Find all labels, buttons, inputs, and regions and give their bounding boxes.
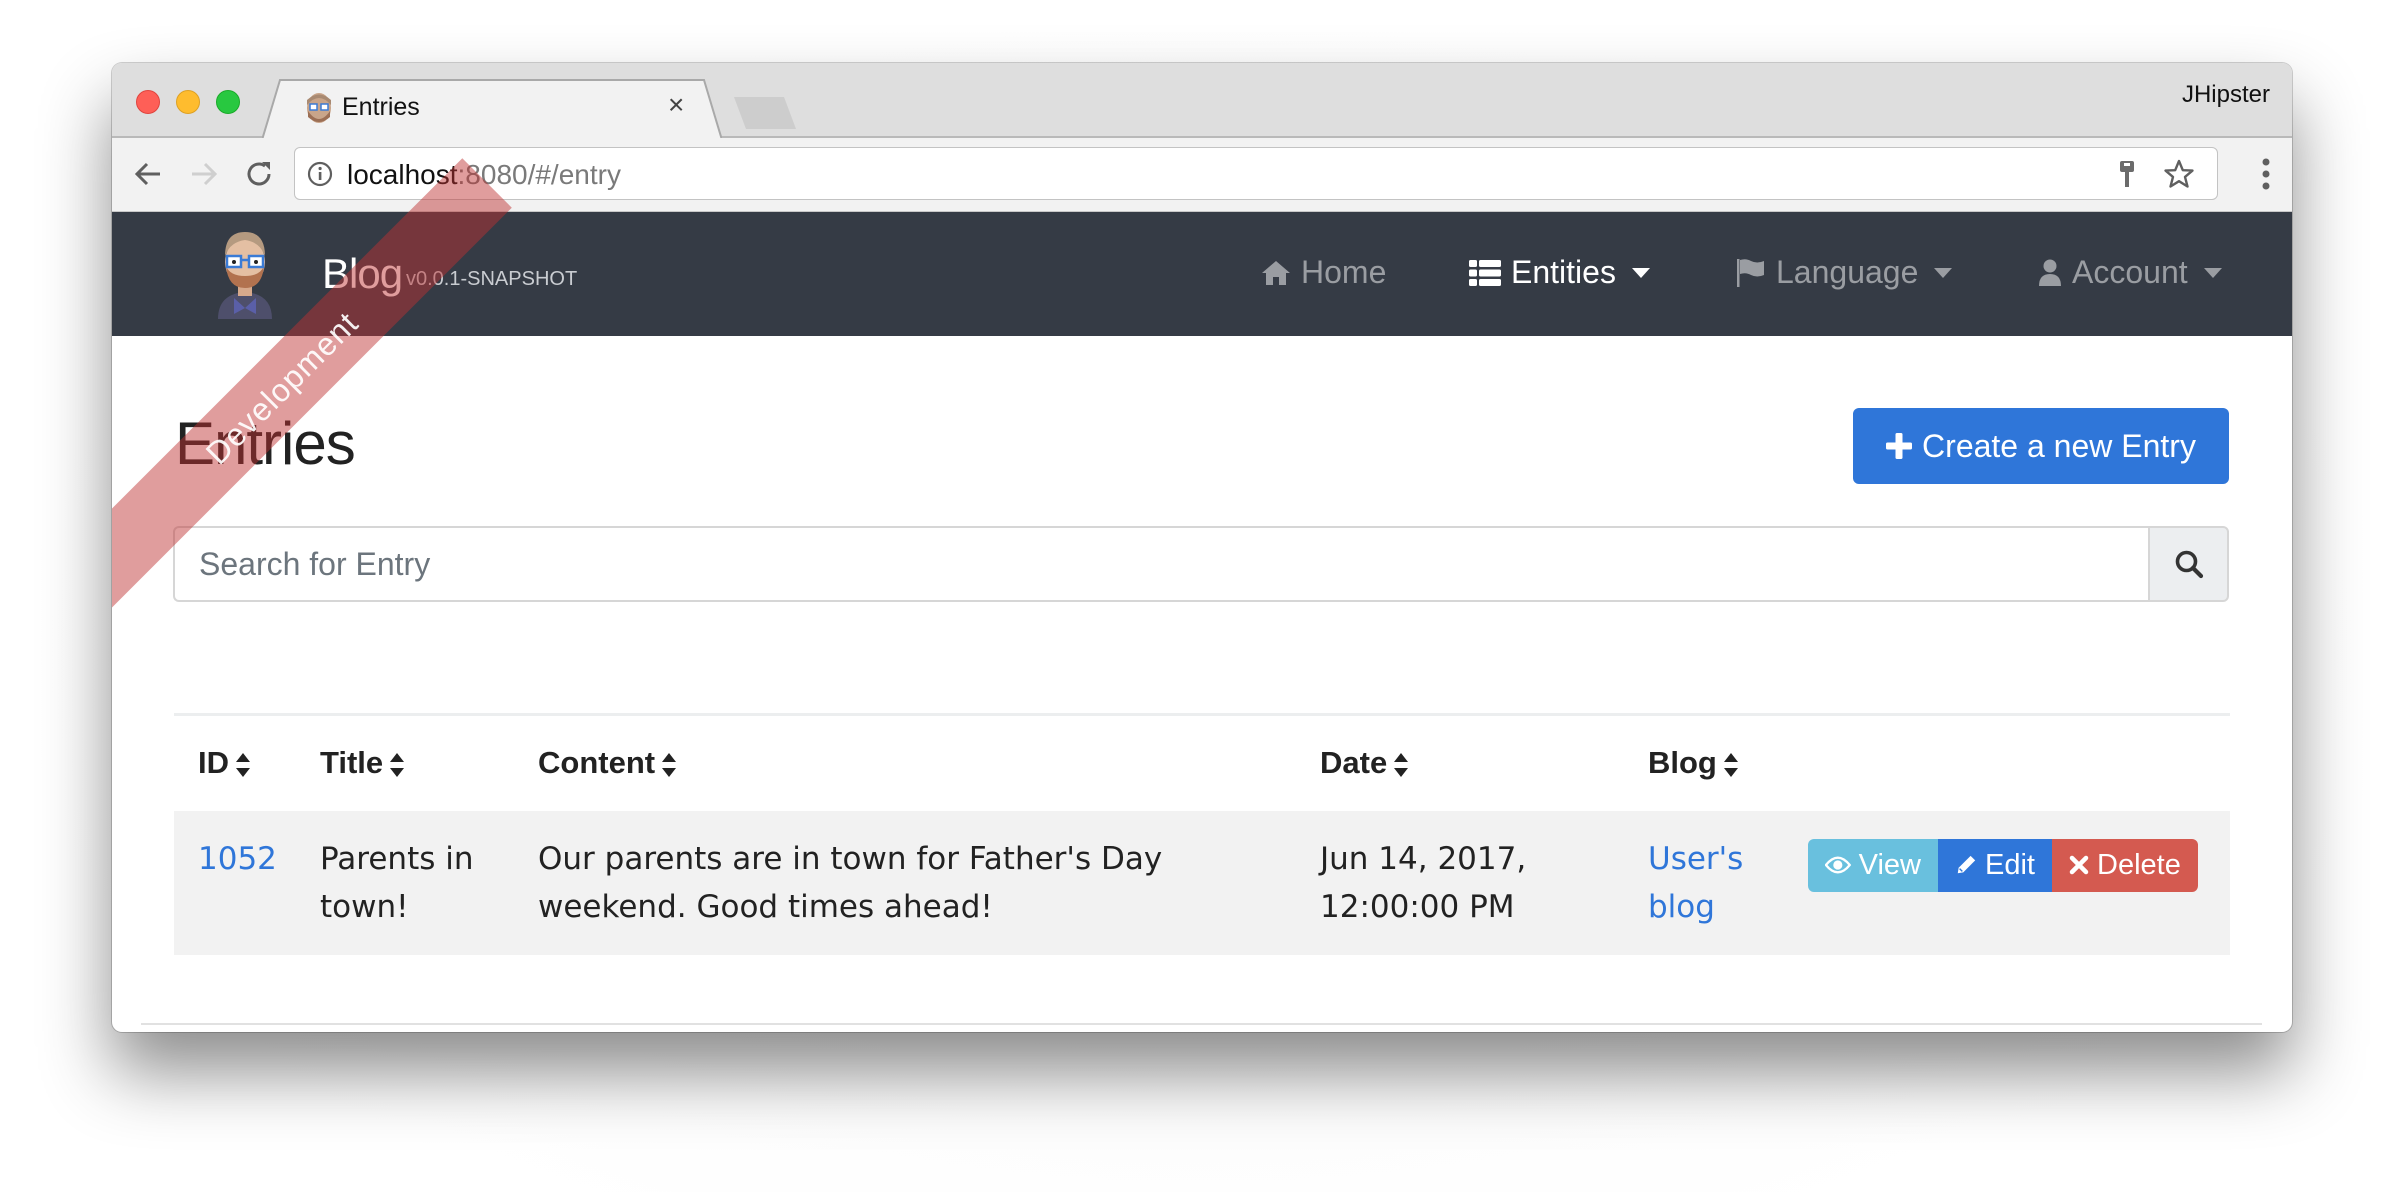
home-icon xyxy=(1262,260,1290,285)
tab-strip: Entries × JHipster xyxy=(112,63,2292,140)
column-header-blog[interactable]: Blog xyxy=(1624,715,1794,811)
kebab-menu-icon[interactable] xyxy=(2260,156,2272,192)
chevron-down-icon xyxy=(2203,267,2222,278)
nav-home-label: Home xyxy=(1301,254,1387,290)
column-label: ID xyxy=(198,745,229,781)
key-icon[interactable] xyxy=(2117,159,2137,189)
plus-icon xyxy=(1886,433,1913,459)
nav-home[interactable]: Home xyxy=(1261,254,1386,291)
nav-entities-label: Entities xyxy=(1511,254,1616,290)
column-header-title[interactable]: Title xyxy=(296,715,514,811)
brand-title[interactable]: Blog xyxy=(322,250,403,298)
view-button[interactable]: View xyxy=(1808,838,1938,892)
tab-entries[interactable]: Entries × xyxy=(262,79,722,140)
close-icon xyxy=(2069,855,2089,875)
entry-id-link[interactable]: 1052 xyxy=(174,811,296,955)
url-text[interactable]: localhost:8080/#/entry xyxy=(347,159,621,191)
jhipster-logo-icon[interactable] xyxy=(210,224,280,324)
browser-toolbar: localhost:8080/#/entry xyxy=(112,138,2292,212)
brand-version: v0.0.1-SNAPSHOT xyxy=(406,268,578,290)
create-entry-button[interactable]: Create a new Entry xyxy=(1853,408,2229,484)
view-label: View xyxy=(1858,848,1921,881)
column-header-actions xyxy=(1794,715,2230,811)
delete-button[interactable]: Delete xyxy=(2052,838,2198,892)
search-input[interactable] xyxy=(173,526,2148,602)
app-navbar: Blog v0.0.1-SNAPSHOT Home Entities Langu… xyxy=(112,212,2292,336)
forward-button[interactable] xyxy=(184,154,224,194)
jhipster-favicon-icon xyxy=(307,93,331,123)
entry-date: Jun 14, 2017, 12:00:00 PM xyxy=(1320,840,1527,925)
column-label: Title xyxy=(320,745,384,781)
search-group xyxy=(173,526,2229,602)
sort-icon xyxy=(1723,753,1738,778)
entries-table: ID Title Content Date Blog 1052 Parents … xyxy=(174,713,2230,955)
new-tab-button[interactable] xyxy=(734,97,796,129)
column-header-id[interactable]: ID xyxy=(174,715,296,811)
flag-icon xyxy=(1737,258,1764,287)
sort-icon xyxy=(390,753,405,778)
tab-title: Entries xyxy=(342,93,420,121)
search-button[interactable] xyxy=(2148,526,2229,602)
info-icon[interactable] xyxy=(307,161,333,187)
nav-language[interactable]: Language xyxy=(1736,254,1953,291)
footer-divider xyxy=(141,1023,2262,1025)
column-label: Content xyxy=(538,745,656,781)
chevron-down-icon xyxy=(1934,267,1953,278)
action-button-group: View Edit Delete xyxy=(1808,838,2230,892)
maximize-window-button[interactable] xyxy=(216,90,240,114)
edit-label: Edit xyxy=(1985,848,2035,881)
entry-title: Parents in town! xyxy=(320,840,474,925)
pencil-icon xyxy=(1957,855,1976,874)
back-button[interactable] xyxy=(128,154,168,194)
star-icon[interactable] xyxy=(2163,158,2195,190)
nav-account[interactable]: Account xyxy=(2038,254,2222,291)
column-header-content[interactable]: Content xyxy=(514,715,1296,811)
nav-language-label: Language xyxy=(1776,254,1919,290)
user-icon xyxy=(2039,259,2061,286)
list-icon xyxy=(1469,259,1501,286)
profile-name[interactable]: JHipster xyxy=(2182,81,2270,109)
address-bar[interactable]: localhost:8080/#/entry xyxy=(294,147,2218,200)
minimize-window-button[interactable] xyxy=(176,90,200,114)
eye-icon xyxy=(1825,856,1851,874)
table-header-row: ID Title Content Date Blog xyxy=(174,714,2230,811)
tab-close-icon[interactable]: × xyxy=(668,89,684,121)
nav-entities[interactable]: Entities xyxy=(1469,254,1650,291)
edit-button[interactable]: Edit xyxy=(1938,838,2052,892)
entries-table-wrap: ID Title Content Date Blog 1052 Parents … xyxy=(174,713,2230,955)
nav-account-label: Account xyxy=(2072,254,2188,290)
delete-label: Delete xyxy=(2097,848,2181,881)
browser-window: Entries × JHipster localhost:8080/#/entr… xyxy=(112,63,2292,1032)
url-path: :8080/#/entry xyxy=(457,159,621,190)
url-host: localhost xyxy=(347,159,458,190)
search-icon xyxy=(2175,550,2203,579)
entry-blog-link[interactable]: User's blog xyxy=(1624,811,1794,955)
sort-icon xyxy=(662,753,677,778)
table-row: 1052 Parents in town! Our parents are in… xyxy=(174,810,2230,955)
column-label: Date xyxy=(1320,745,1388,781)
column-label: Blog xyxy=(1648,745,1717,781)
sort-icon xyxy=(1394,753,1409,778)
arrow-left-icon xyxy=(134,162,160,186)
close-window-button[interactable] xyxy=(136,90,160,114)
arrow-right-icon xyxy=(192,162,218,186)
entry-actions: View Edit Delete xyxy=(1794,811,2230,955)
main-content: Entries Create a new Entry Search for En… xyxy=(112,336,2292,1032)
reload-button[interactable] xyxy=(239,154,279,194)
create-entry-label: Create a new Entry xyxy=(1922,427,2196,464)
reload-icon xyxy=(247,162,271,186)
entry-content: Our parents are in town for Father's Day… xyxy=(538,840,1163,925)
page-title: Entries xyxy=(175,410,356,477)
sort-icon xyxy=(236,753,250,778)
chevron-down-icon xyxy=(1631,267,1650,278)
column-header-date[interactable]: Date xyxy=(1296,715,1624,811)
